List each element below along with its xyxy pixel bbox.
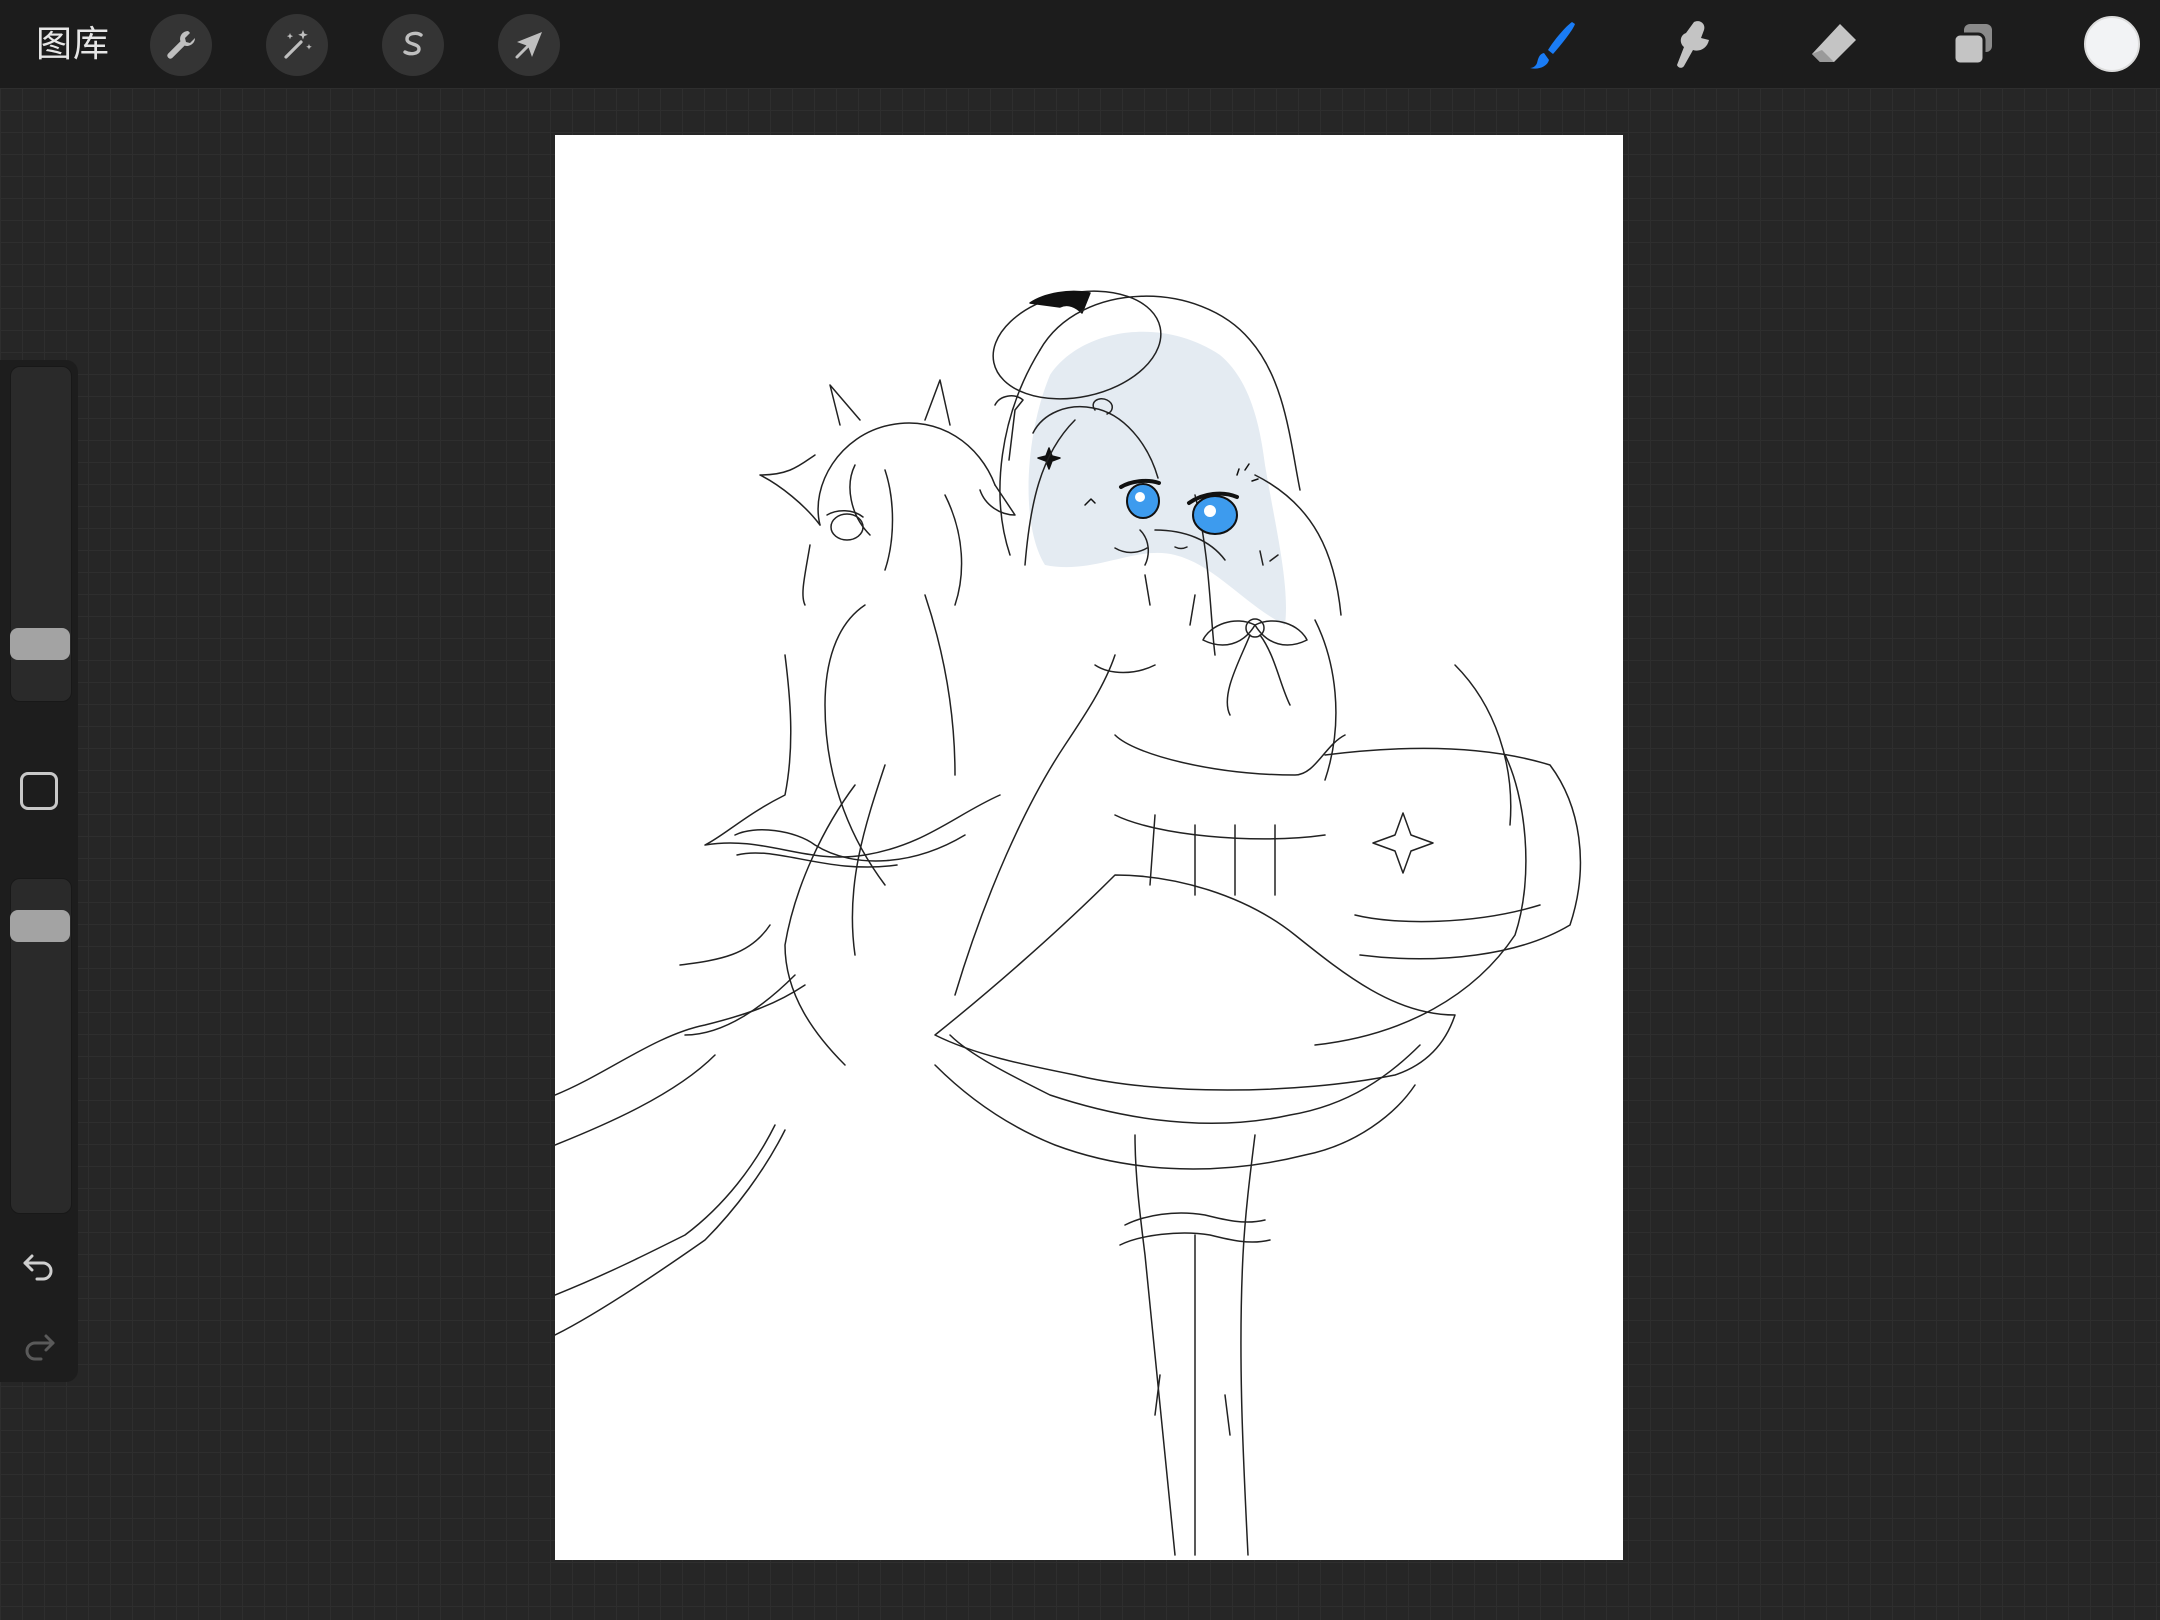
opacity-handle[interactable] <box>10 910 70 942</box>
eraser-icon <box>1812 24 1856 62</box>
selection-s-icon <box>403 31 423 56</box>
gallery-button[interactable]: 图库 <box>36 20 110 68</box>
arrow-cursor-icon <box>515 32 542 59</box>
redo-button[interactable] <box>18 1324 60 1366</box>
eraser-tool-button[interactable] <box>1802 14 1864 76</box>
modify-button[interactable] <box>20 772 58 810</box>
adjustments-button[interactable] <box>266 14 328 76</box>
layers-button[interactable] <box>1942 14 2004 76</box>
brush-tool-button[interactable] <box>1522 14 1584 76</box>
actions-button[interactable] <box>150 14 212 76</box>
left-sidebar <box>0 360 78 1382</box>
line-art-illustration <box>555 290 1582 1556</box>
drawing-canvas[interactable] <box>555 135 1623 1560</box>
smudge-tool-button[interactable] <box>1662 14 1724 76</box>
brush-icon <box>1530 22 1575 69</box>
selection-button[interactable] <box>382 14 444 76</box>
smudge-icon <box>1677 21 1709 68</box>
undo-button[interactable] <box>18 1244 60 1286</box>
redo-icon <box>25 1334 55 1361</box>
brush-size-handle[interactable] <box>10 628 70 660</box>
magic-wand-icon <box>284 30 312 59</box>
transform-button[interactable] <box>498 14 560 76</box>
procreate-app: 图库 <box>0 0 2160 1620</box>
layers-icon <box>1952 24 1992 66</box>
color-picker-button[interactable] <box>2084 16 2140 72</box>
undo-icon <box>23 1254 53 1281</box>
top-toolbar: 图库 <box>0 0 2160 88</box>
wrench-icon <box>167 31 195 59</box>
